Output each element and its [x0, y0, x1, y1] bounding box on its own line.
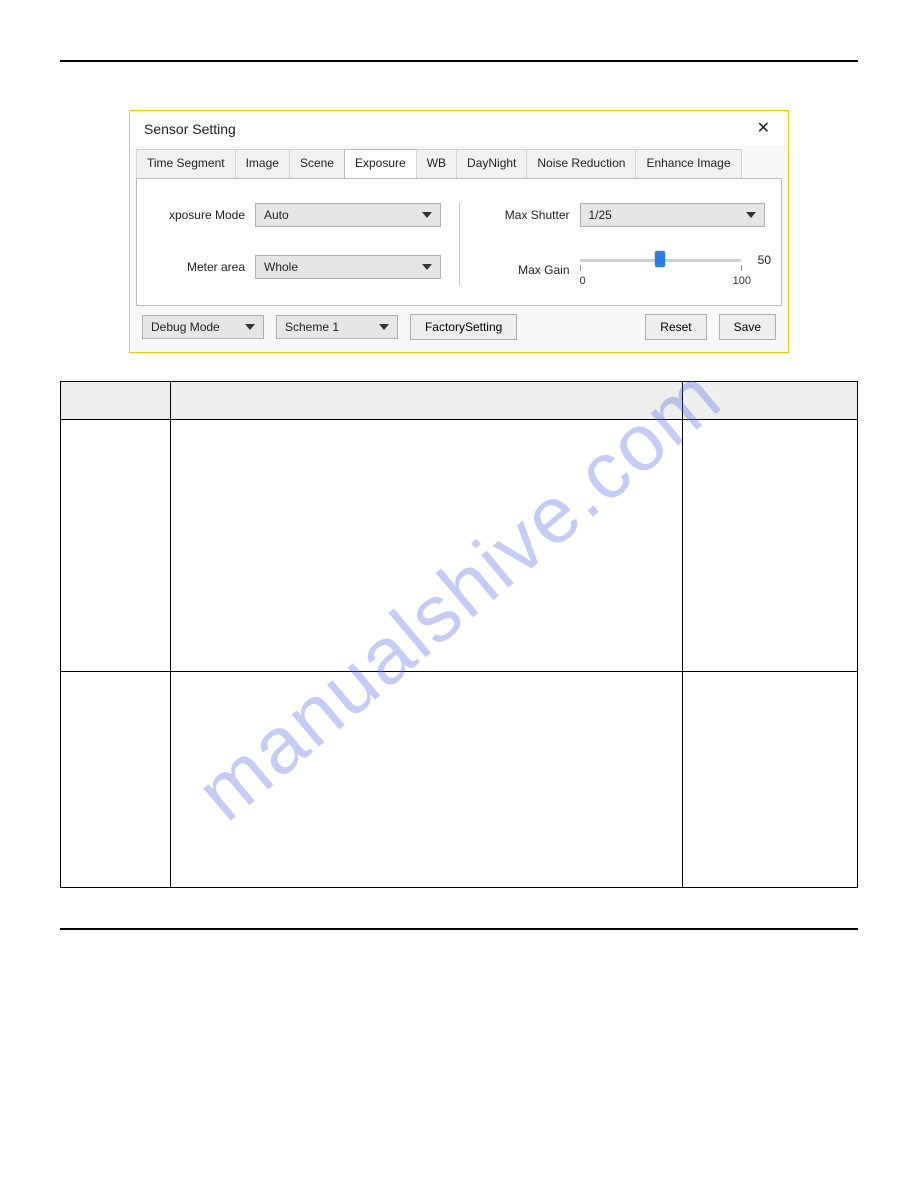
table-row — [61, 420, 858, 672]
tab-time-segment[interactable]: Time Segment — [136, 149, 236, 178]
chevron-down-icon — [379, 324, 389, 330]
sensor-setting-dialog: Sensor Setting ✕ Time Segment Image Scen… — [129, 110, 789, 353]
chevron-down-icon — [746, 212, 756, 218]
max-gain-max-label: 100 — [733, 275, 751, 287]
tab-scene[interactable]: Scene — [289, 149, 345, 178]
max-gain-value: 50 — [758, 253, 771, 267]
max-gain-label: Max Gain — [478, 263, 570, 277]
debug-mode-value: Debug Mode — [151, 320, 220, 334]
scheme-select[interactable]: Scheme 1 — [276, 315, 398, 339]
table-header-2 — [171, 382, 683, 420]
chevron-down-icon — [245, 324, 255, 330]
close-icon[interactable]: ✕ — [751, 119, 776, 139]
max-gain-slider[interactable]: 50 0 100 — [580, 255, 766, 285]
max-gain-min-label: 0 — [580, 275, 586, 287]
tab-wb[interactable]: WB — [416, 149, 457, 178]
exposure-mode-select[interactable]: Auto — [255, 203, 441, 227]
max-shutter-value: 1/25 — [589, 208, 612, 222]
slider-thumb-icon[interactable] — [655, 251, 665, 267]
page-bottom-rule — [60, 928, 858, 930]
page-top-rule — [60, 60, 858, 62]
tab-daynight[interactable]: DayNight — [456, 149, 527, 178]
factory-setting-button[interactable]: FactorySetting — [410, 314, 517, 340]
cell-r2-c1 — [61, 672, 171, 888]
cell-r1-c3 — [683, 420, 858, 672]
scheme-value: Scheme 1 — [285, 320, 339, 334]
table-header-1 — [61, 382, 171, 420]
tab-strip: Time Segment Image Scene Exposure WB Day… — [136, 149, 782, 178]
exposure-panel: xposure Mode Auto Meter area Whole — [136, 178, 782, 306]
cell-r1-c2 — [171, 420, 683, 672]
exposure-mode-value: Auto — [264, 208, 289, 222]
exposure-mode-label: xposure Mode — [153, 208, 245, 222]
meter-area-value: Whole — [264, 260, 298, 274]
max-shutter-select[interactable]: 1/25 — [580, 203, 766, 227]
meter-area-select[interactable]: Whole — [255, 255, 441, 279]
meter-area-label: Meter area — [153, 260, 245, 274]
reset-button[interactable]: Reset — [645, 314, 706, 340]
cell-r2-c3 — [683, 672, 858, 888]
cell-r1-c1 — [61, 420, 171, 672]
max-shutter-label: Max Shutter — [478, 208, 570, 222]
table-row — [61, 672, 858, 888]
cell-r2-c2 — [171, 672, 683, 888]
tab-exposure[interactable]: Exposure — [344, 149, 417, 178]
dialog-footer: Debug Mode Scheme 1 FactorySetting Reset… — [136, 306, 782, 346]
tab-enhance-image[interactable]: Enhance Image — [635, 149, 741, 178]
parameter-table — [60, 381, 858, 888]
tab-image[interactable]: Image — [235, 149, 290, 178]
tab-noise-reduction[interactable]: Noise Reduction — [526, 149, 636, 178]
chevron-down-icon — [422, 212, 432, 218]
chevron-down-icon — [422, 264, 432, 270]
table-header-3 — [683, 382, 858, 420]
dialog-title: Sensor Setting — [144, 121, 236, 137]
debug-mode-select[interactable]: Debug Mode — [142, 315, 264, 339]
save-button[interactable]: Save — [719, 314, 776, 340]
